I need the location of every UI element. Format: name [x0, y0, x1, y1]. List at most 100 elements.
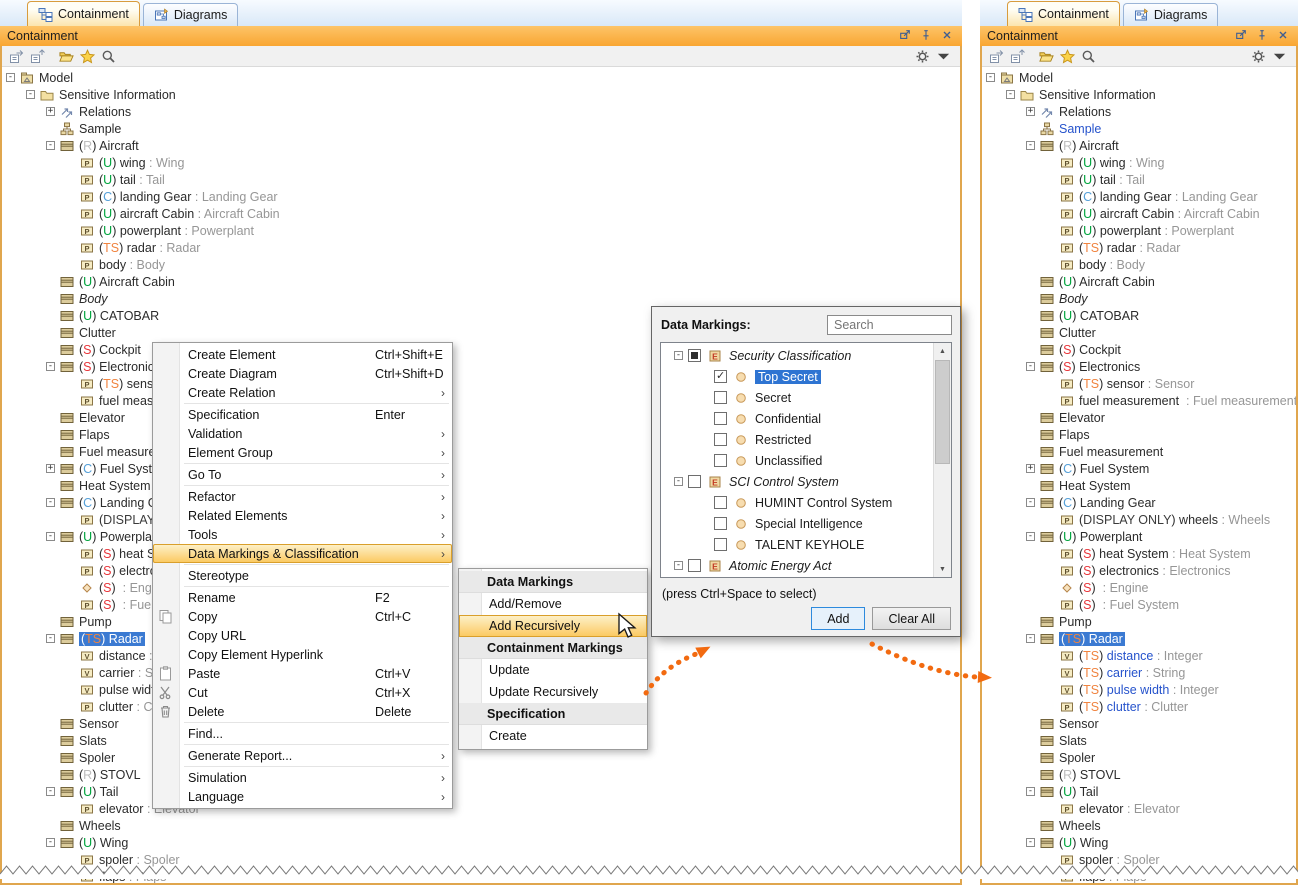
gear-icon[interactable]	[913, 48, 931, 65]
tree-node-wheels[interactable]: P(DISPLAY ONLY) wheels : Wheels	[982, 511, 1296, 528]
collapse-all-icon[interactable]	[7, 48, 25, 65]
collapse-toggle-icon[interactable]: -	[1026, 787, 1035, 796]
tree-node-fuel-system[interactable]: +(C) Fuel System	[982, 460, 1296, 477]
favorites-icon[interactable]	[1058, 48, 1076, 65]
checkbox-top-secret[interactable]	[714, 370, 727, 383]
float-window-icon[interactable]	[1233, 28, 1249, 42]
tree-node-relations[interactable]: +Relations	[982, 103, 1296, 120]
collapse-toggle-icon[interactable]: -	[46, 634, 55, 643]
open-folder-icon[interactable]	[57, 48, 75, 65]
close-icon[interactable]	[939, 28, 955, 42]
search-icon[interactable]	[1079, 48, 1097, 65]
checkbox-sci-control-system[interactable]	[688, 475, 701, 488]
collapse-toggle-icon[interactable]: -	[46, 787, 55, 796]
tree-node-pulse-width[interactable]: V(TS) pulse width : Integer	[982, 681, 1296, 698]
context-menu-item-refactor[interactable]: Refactor›	[153, 487, 452, 506]
tree-node-radar[interactable]: -(TS) Radar	[982, 630, 1296, 647]
tree-node-body[interactable]: Body	[2, 290, 960, 307]
tree-node-wheels[interactable]: Wheels	[982, 817, 1296, 834]
checkbox-unclassified[interactable]	[714, 454, 727, 467]
marking-row-security-classification[interactable]: -ESecurity Classification	[661, 345, 934, 366]
tree-node-relations[interactable]: +Relations	[2, 103, 960, 120]
marking-row-secret[interactable]: Secret	[661, 387, 934, 408]
marking-row-top-secret[interactable]: Top Secret	[661, 366, 934, 387]
context-menu-item-copy-element-hyperlink[interactable]: Copy Element Hyperlink	[153, 645, 452, 664]
tree-node-stovl[interactable]: (R) STOVL	[2, 766, 960, 783]
tree-node-flaps[interactable]: Pflaps : Flaps	[2, 868, 960, 883]
checkbox-atomic-energy-act[interactable]	[688, 559, 701, 572]
tree-node-powerplant[interactable]: P(U) powerplant : Powerplant	[2, 222, 960, 239]
checkbox-security-classification[interactable]	[688, 349, 701, 362]
scroll-down-icon[interactable]: ▼	[934, 561, 951, 577]
tab-containment[interactable]: Containment	[1007, 1, 1120, 26]
collapse-toggle-icon[interactable]: -	[46, 532, 55, 541]
context-menu-item-rename[interactable]: RenameF2	[153, 588, 452, 607]
marking-row-unclassified[interactable]: Unclassified	[661, 450, 934, 471]
context-menu-item-data-markings-classification[interactable]: Data Markings & Classification›	[153, 544, 452, 563]
expand-toggle-icon[interactable]: +	[46, 464, 55, 473]
context-menu-item-stereotype[interactable]: Stereotype	[153, 566, 452, 585]
checkbox-secret[interactable]	[714, 391, 727, 404]
tree-node-body[interactable]: Body	[982, 290, 1296, 307]
collapse-selected-icon[interactable]	[1008, 48, 1026, 65]
tree-node-model[interactable]: -Model	[2, 69, 960, 86]
context-menu-item-find[interactable]: Find...	[153, 724, 452, 743]
scrollbar[interactable]: ▲ ▼	[933, 343, 951, 577]
expand-toggle-icon[interactable]: +	[1026, 464, 1035, 473]
tree-node-heat-system[interactable]: Heat System	[982, 477, 1296, 494]
context-menu-item-create-diagram[interactable]: Create DiagramCtrl+Shift+D	[153, 364, 452, 383]
collapse-toggle-icon[interactable]: -	[986, 73, 995, 82]
context-menu-item-copy[interactable]: CopyCtrl+C	[153, 607, 452, 626]
search-icon[interactable]	[99, 48, 117, 65]
tree-node-tail[interactable]: P(U) tail : Tail	[982, 171, 1296, 188]
tree-node-powerplant[interactable]: -(U) Powerplant	[982, 528, 1296, 545]
tree-node-carrier[interactable]: V(TS) carrier : String	[982, 664, 1296, 681]
tree-node-stovl[interactable]: (R) STOVL	[982, 766, 1296, 783]
tree-node-sensitive-information[interactable]: -Sensitive Information	[982, 86, 1296, 103]
expand-toggle-icon[interactable]: +	[46, 107, 55, 116]
marking-row-special-intelligence[interactable]: Special Intelligence	[661, 513, 934, 534]
submenu-item-add-remove[interactable]: Add/Remove	[459, 593, 647, 615]
context-menu-item-specification[interactable]: SpecificationEnter	[153, 405, 452, 424]
collapse-toggle-icon[interactable]: -	[46, 838, 55, 847]
scroll-up-icon[interactable]: ▲	[934, 343, 951, 359]
tree-node-fuel-measurement[interactable]: Pfuel measurement : Fuel measurement	[982, 392, 1296, 409]
tree-node-sensor[interactable]: P(TS) sensor : Sensor	[982, 375, 1296, 392]
tree-node-elevator[interactable]: Elevator	[982, 409, 1296, 426]
collapse-toggle-icon[interactable]: -	[6, 73, 15, 82]
tree-node-wheels[interactable]: Wheels	[2, 817, 960, 834]
collapse-toggle-icon[interactable]: -	[674, 561, 683, 570]
tree-node-sensitive-information[interactable]: -Sensitive Information	[2, 86, 960, 103]
tree-node-distance[interactable]: V(TS) distance : Integer	[982, 647, 1296, 664]
tree-node-landing-gear[interactable]: P(C) landing Gear : Landing Gear	[2, 188, 960, 205]
collapse-toggle-icon[interactable]: -	[674, 477, 683, 486]
checkbox-restricted[interactable]	[714, 433, 727, 446]
context-menu-item-go-to[interactable]: Go To›	[153, 465, 452, 484]
caret-down-icon[interactable]	[1270, 48, 1288, 65]
tree-node-flaps[interactable]: Flaps	[982, 426, 1296, 443]
collapse-toggle-icon[interactable]: -	[46, 498, 55, 507]
tree-node-spoler[interactable]: Spoler	[982, 749, 1296, 766]
context-menu-item-tools[interactable]: Tools›	[153, 525, 452, 544]
collapse-toggle-icon[interactable]: -	[1026, 532, 1035, 541]
tree-node-clutter[interactable]: Clutter	[982, 324, 1296, 341]
tree-node-radar[interactable]: P(TS) radar : Radar	[2, 239, 960, 256]
context-menu-item-create-relation[interactable]: Create Relation›	[153, 383, 452, 402]
checkbox-humint-control-system[interactable]	[714, 496, 727, 509]
tree-node-spoler[interactable]: Pspoler : Spoler	[2, 851, 960, 868]
tree-node-tail[interactable]: P(U) tail : Tail	[2, 171, 960, 188]
checkbox-special-intelligence[interactable]	[714, 517, 727, 530]
tree-node-aircraft[interactable]: -(R) Aircraft	[982, 137, 1296, 154]
tree-node-aircraft-cabin[interactable]: (U) Aircraft Cabin	[982, 273, 1296, 290]
tree-node-heat-system[interactable]: P(S) heat System : Heat System	[982, 545, 1296, 562]
tree-node-aircraft-cabin[interactable]: (U) Aircraft Cabin	[2, 273, 960, 290]
tree-node-sample[interactable]: Sample	[2, 120, 960, 137]
tree-node-body[interactable]: Pbody : Body	[2, 256, 960, 273]
context-menu-item-paste[interactable]: PasteCtrl+V	[153, 664, 452, 683]
marking-row-partial[interactable]	[661, 576, 934, 577]
tree-node-wing[interactable]: -(U) Wing	[2, 834, 960, 851]
tree-node-fuel-measurement[interactable]: Fuel measurement	[982, 443, 1296, 460]
context-menu-item-element-group[interactable]: Element Group›	[153, 443, 452, 462]
context-menu-item-language[interactable]: Language›	[153, 787, 452, 806]
tree-node-wing[interactable]: P(U) wing : Wing	[2, 154, 960, 171]
